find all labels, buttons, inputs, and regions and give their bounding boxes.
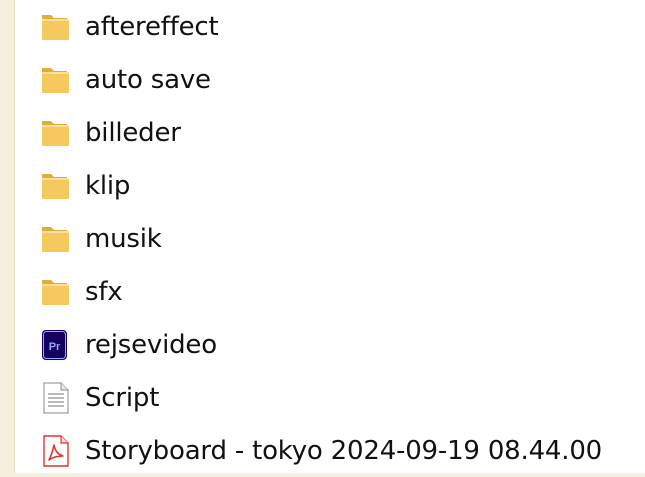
list-item-rejsevideo[interactable]: Pr rejsevideo — [39, 318, 602, 371]
premiere-project-icon: Pr — [39, 328, 73, 362]
file-name: sfx — [85, 276, 123, 307]
folder-icon — [39, 222, 73, 256]
file-name: auto save — [85, 64, 211, 95]
list-item-aftereffect[interactable]: aftereffect — [39, 0, 602, 53]
text-document-icon — [39, 381, 73, 415]
folder-icon — [39, 63, 73, 97]
list-item-storyboard-pdf[interactable]: Storyboard - tokyo 2024-09-19 08.44.00 — [39, 424, 602, 477]
folder-icon — [39, 169, 73, 203]
premiere-badge-text: Pr — [49, 341, 61, 353]
file-name: billeder — [85, 117, 181, 148]
file-list-pane: aftereffect auto save billeder klip musi… — [14, 0, 645, 473]
list-item-musik[interactable]: musik — [39, 212, 602, 265]
file-name: musik — [85, 223, 162, 254]
list-item-billeder[interactable]: billeder — [39, 106, 602, 159]
list-item-auto-save[interactable]: auto save — [39, 53, 602, 106]
list-item-sfx[interactable]: sfx — [39, 265, 602, 318]
folder-icon — [39, 116, 73, 150]
file-name: Storyboard - tokyo 2024-09-19 08.44.00 — [85, 435, 603, 466]
file-name: klip — [85, 170, 131, 201]
file-name: rejsevideo — [85, 329, 217, 360]
file-list: aftereffect auto save billeder klip musi… — [39, 0, 602, 477]
list-item-script[interactable]: Script — [39, 371, 602, 424]
folder-icon — [39, 275, 73, 309]
file-name: aftereffect — [85, 11, 219, 42]
pdf-document-icon — [39, 434, 73, 468]
folder-icon — [39, 10, 73, 44]
file-name: Script — [85, 382, 160, 413]
list-item-klip[interactable]: klip — [39, 159, 602, 212]
